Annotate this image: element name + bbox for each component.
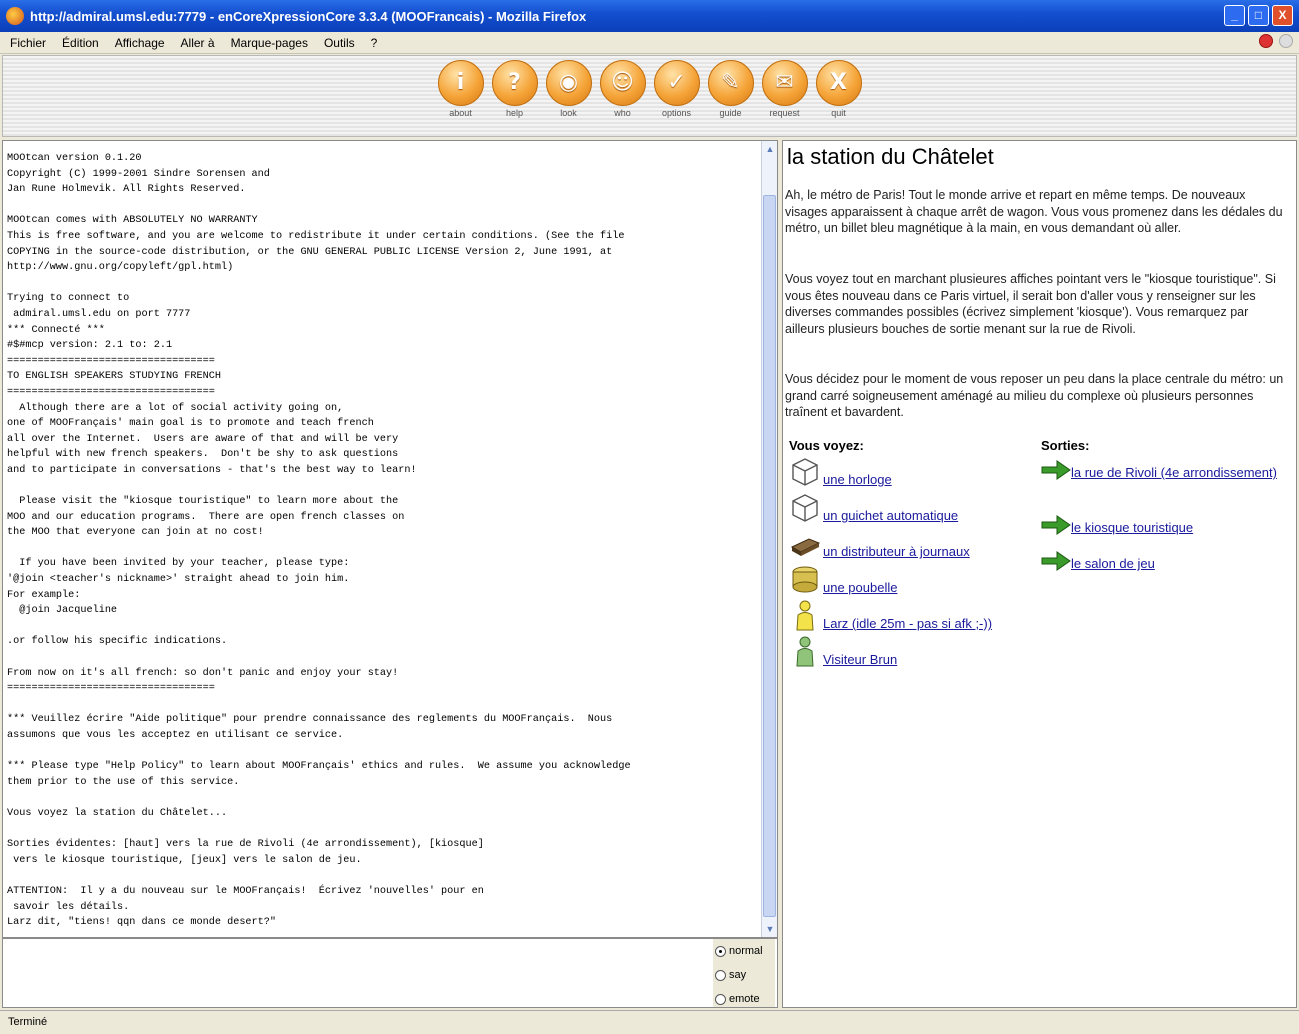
person-green-icon (789, 635, 821, 667)
exits-heading: Sorties: (1041, 438, 1090, 453)
checkmark-icon: ✓ (653, 60, 700, 106)
help-label: help (505, 108, 523, 118)
firefox-icon (6, 7, 24, 25)
who-button[interactable]: ☺ who (599, 60, 646, 118)
object-item[interactable]: un guichet automatique (789, 491, 958, 523)
room-pane: la station du Châtelet Ah, le métro de P… (782, 140, 1297, 1008)
throbber-icon (1279, 34, 1293, 48)
input-mode-group: normal say emote (713, 939, 775, 1007)
exit-link[interactable]: le kiosque touristique (1071, 520, 1193, 535)
console-output: MOOtcan version 0.1.20 Copyright (C) 199… (7, 153, 631, 929)
moo-toolbar: i about ? help ◉ look ☺ who ✓ options ✎ guide … (2, 55, 1297, 137)
quit-icon: X (815, 60, 862, 106)
face-icon: ☺ (599, 60, 646, 106)
menu-help[interactable]: ? (371, 36, 378, 50)
console-pane[interactable]: MOOtcan version 0.1.20 Copyright (C) 199… (2, 140, 778, 938)
room-description-1: Ah, le métro de Paris! Tout le monde arr… (785, 188, 1283, 235)
object-item[interactable]: une horloge (789, 455, 892, 487)
object-item[interactable]: une poubelle (789, 563, 897, 595)
status-bar: Terminé (0, 1010, 1299, 1034)
close-button[interactable]: X (1272, 5, 1293, 26)
minimize-button[interactable]: _ (1224, 5, 1245, 26)
newspaper-icon (789, 527, 821, 559)
guide-label: guide (719, 108, 742, 118)
eye-icon: ◉ (545, 60, 592, 106)
mode-say[interactable]: say (713, 963, 775, 987)
radio-normal[interactable] (715, 945, 726, 957)
look-button[interactable]: ◉ look (545, 60, 592, 118)
exit-link[interactable]: le salon de jeu (1071, 556, 1155, 571)
envelope-icon: ✉ (761, 60, 808, 106)
exit-item[interactable]: la rue de Rivoli (4e arrondissement) (1041, 459, 1291, 481)
stop-icon[interactable] (1259, 34, 1273, 48)
menu-marque-pages[interactable]: Marque-pages (231, 36, 308, 50)
maximize-button[interactable]: □ (1248, 5, 1269, 26)
browser-window: http://admiral.umsl.edu:7779 - enCoreXpr… (0, 0, 1299, 1034)
object-item[interactable]: Visiteur Brun (789, 635, 897, 667)
room-title: la station du Châtelet (787, 144, 994, 169)
objects-heading: Vous voyez: (789, 438, 864, 453)
radio-say[interactable] (715, 969, 726, 981)
scroll-down-icon[interactable]: ▼ (763, 922, 777, 936)
about-button[interactable]: i about (437, 60, 484, 118)
scroll-thumb[interactable] (763, 195, 776, 917)
mode-normal-label: normal (729, 945, 763, 957)
object-link[interactable]: un guichet automatique (823, 508, 958, 523)
options-label: options (661, 108, 692, 118)
request-label: request (769, 108, 800, 118)
green-arrow-icon (1041, 550, 1071, 572)
title-bar: http://admiral.umsl.edu:7779 - enCoreXpr… (0, 0, 1299, 32)
green-arrow-icon (1041, 514, 1071, 536)
exit-item[interactable]: le salon de jeu (1041, 550, 1291, 572)
window-controls: _ □ X (1224, 5, 1293, 26)
mode-normal[interactable]: normal (713, 939, 775, 963)
mode-say-label: say (729, 969, 747, 981)
who-label: who (614, 108, 631, 118)
options-button[interactable]: ✓ options (653, 60, 700, 118)
radio-emote[interactable] (715, 993, 726, 1005)
exit-link[interactable]: la rue de Rivoli (4e arrondissement) (1071, 465, 1277, 480)
object-link[interactable]: Visiteur Brun (823, 652, 897, 667)
menu-edition[interactable]: Édition (62, 36, 99, 50)
object-link[interactable]: Larz (idle 25m - pas si afk ;-)) (823, 616, 992, 631)
help-icon: ? (491, 60, 538, 106)
info-icon: i (437, 60, 484, 106)
window-title: http://admiral.umsl.edu:7779 - enCoreXpr… (30, 8, 587, 24)
command-input[interactable] (3, 939, 713, 1007)
quit-label: quit (831, 108, 846, 118)
request-button[interactable]: ✉ request (761, 60, 808, 118)
cube-icon (789, 491, 821, 523)
menu-bar: Fichier Édition Affichage Aller à Marque… (0, 32, 1299, 54)
command-input-area: normal say emote (2, 938, 778, 1008)
scroll-up-icon[interactable]: ▲ (763, 142, 777, 156)
menu-fichier[interactable]: Fichier (10, 36, 46, 50)
look-label: look (560, 108, 577, 118)
object-item[interactable]: un distributeur à journaux (789, 527, 970, 559)
room-description-3: Vous décidez pour le moment de vous repo… (785, 372, 1284, 419)
mode-emote[interactable]: emote (713, 987, 775, 1011)
menu-affichage[interactable]: Affichage (115, 36, 165, 50)
trash-can-icon (789, 563, 821, 595)
menu-aller-a[interactable]: Aller à (181, 36, 215, 50)
menubar-buttons (1259, 34, 1293, 48)
about-label: about (449, 108, 472, 118)
object-item[interactable]: Larz (idle 25m - pas si afk ;-)) (789, 599, 992, 631)
person-yellow-icon (789, 599, 821, 631)
object-link[interactable]: une poubelle (823, 580, 897, 595)
mode-emote-label: emote (729, 993, 760, 1005)
help-button[interactable]: ? help (491, 60, 538, 118)
console-scrollbar[interactable]: ▲ ▼ (761, 141, 777, 937)
guide-button[interactable]: ✎ guide (707, 60, 754, 118)
quit-button[interactable]: Xquit (815, 60, 862, 118)
guide-icon: ✎ (707, 60, 754, 106)
room-description-2: Vous voyez tout en marchant plusieures a… (785, 272, 1276, 336)
green-arrow-icon (1041, 459, 1071, 481)
cube-icon (789, 455, 821, 487)
object-link[interactable]: un distributeur à journaux (823, 544, 970, 559)
menu-outils[interactable]: Outils (324, 36, 355, 50)
exit-item[interactable]: le kiosque touristique (1041, 514, 1291, 536)
object-link[interactable]: une horloge (823, 472, 892, 487)
